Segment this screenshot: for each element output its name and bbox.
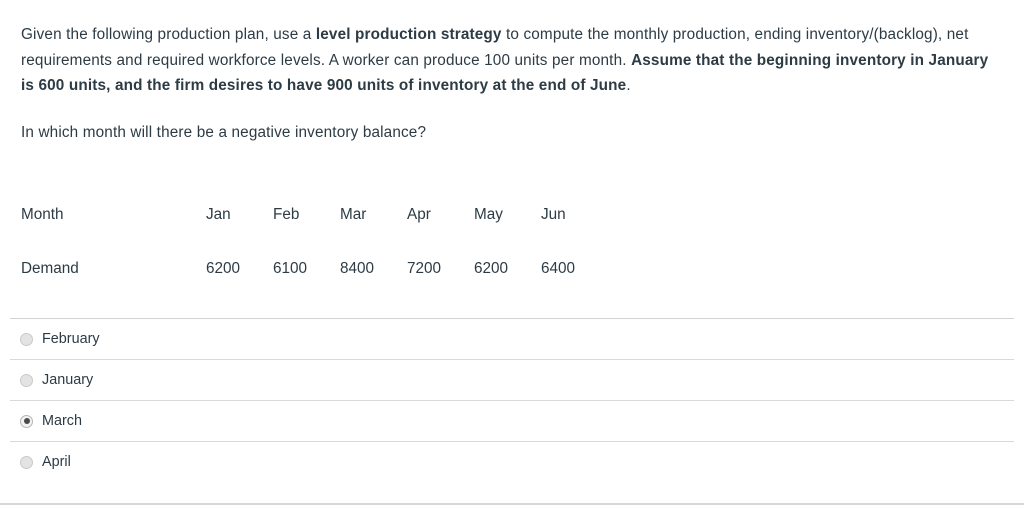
radio-button-icon[interactable] — [20, 332, 33, 346]
table-cell-demand: 7200 — [407, 260, 442, 277]
radio-button-icon[interactable] — [20, 455, 33, 469]
table-column-header: Apr — [407, 206, 431, 223]
answer-option-label: March — [42, 413, 82, 429]
table-column-header: Jun — [541, 206, 566, 223]
text-run: . — [626, 77, 631, 94]
table-body: Month Jan Feb Mar Apr May Jun Demand 6200 6100 840… — [21, 205, 608, 279]
question-paragraph-1: Given the following production plan, use… — [21, 0, 1004, 99]
table-column-header: May — [474, 206, 503, 223]
answer-option-january[interactable]: January — [10, 359, 1014, 400]
radio-button-icon[interactable] — [20, 373, 33, 387]
radio-button-selected-icon[interactable] — [20, 414, 33, 428]
text-run: Given the following production plan, use… — [21, 26, 316, 43]
table-column-header: Feb — [273, 206, 300, 223]
question-paragraph-2: In which month will there be a negative … — [21, 99, 1004, 146]
answer-option-march[interactable]: March — [10, 400, 1014, 441]
table-row-label: Demand — [21, 260, 79, 277]
answer-option-february[interactable]: February — [10, 318, 1014, 359]
answer-option-april[interactable]: April — [10, 441, 1014, 482]
bold-text-run: level production strategy — [315, 26, 502, 43]
question-text: Given the following production plan, use… — [0, 0, 1024, 145]
table-cell-demand: 6200 — [474, 260, 509, 277]
table-cell-demand: 6400 — [541, 260, 576, 277]
table-row: Demand 6200 6100 8400 7200 6200 6400 — [21, 259, 608, 279]
question-container: Given the following production plan, use… — [0, 0, 1024, 145]
production-plan-table: Month Jan Feb Mar Apr May Jun Demand 6200 6100 840… — [21, 205, 608, 279]
answer-options-list: February January March April — [0, 318, 1024, 482]
answer-option-label: February — [42, 331, 100, 347]
bottom-divider — [0, 503, 1024, 505]
text-run: In which month will there be a negative … — [21, 123, 427, 141]
table-cell-demand: 6200 — [206, 260, 241, 277]
table-cell-demand: 8400 — [340, 260, 375, 277]
table-row: Month Jan Feb Mar Apr May Jun — [21, 205, 608, 259]
table-column-header: Jan — [206, 206, 231, 223]
table-column-header: Mar — [340, 206, 367, 223]
table-row-label: Month — [21, 206, 64, 223]
answer-option-label: April — [42, 454, 71, 470]
answer-option-label: January — [42, 372, 94, 388]
table-cell-demand: 6100 — [273, 260, 308, 277]
